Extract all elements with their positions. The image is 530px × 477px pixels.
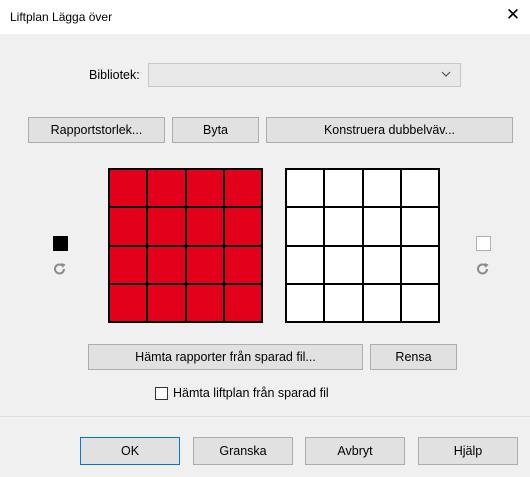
grid-cell[interactable] [400, 207, 439, 246]
grid-cell[interactable] [109, 283, 148, 322]
right-color-swatch[interactable] [476, 236, 491, 251]
grid-cell[interactable] [286, 169, 325, 208]
review-button[interactable]: Granska [193, 437, 293, 465]
grid-cell[interactable] [185, 169, 224, 208]
rotate-icon[interactable] [476, 262, 490, 276]
construct-double-weave-button[interactable]: Konstruera dubbelväv... [266, 117, 513, 143]
grid-cell[interactable] [400, 169, 439, 208]
grid-cell[interactable] [362, 207, 401, 246]
grid-cell[interactable] [147, 169, 186, 208]
grid-cell[interactable] [185, 207, 224, 246]
cancel-button[interactable]: Avbryt [305, 437, 405, 465]
help-button[interactable]: Hjälp [418, 437, 518, 465]
grid-cell[interactable] [185, 283, 224, 322]
fetch-reports-button[interactable]: Hämta rapporter från sparad fil... [88, 344, 363, 370]
grid-cell[interactable] [147, 283, 186, 322]
rotate-icon[interactable] [53, 262, 67, 276]
grid-cell[interactable] [324, 207, 363, 246]
library-dropdown[interactable] [148, 63, 461, 87]
fetch-liftplan-checkbox[interactable] [155, 387, 168, 400]
grid-cell[interactable] [109, 207, 148, 246]
chevron-down-icon [441, 71, 451, 77]
grid-cell[interactable] [109, 169, 148, 208]
grid-cell[interactable] [400, 245, 439, 284]
right-liftplan-grid[interactable] [285, 168, 440, 323]
clear-button[interactable]: Rensa [370, 344, 457, 370]
grid-cell[interactable] [362, 169, 401, 208]
grid-cell[interactable] [185, 245, 224, 284]
library-label: Bibliotek: [89, 68, 140, 82]
grid-cell[interactable] [223, 245, 262, 284]
grid-cell[interactable] [286, 207, 325, 246]
left-liftplan-grid[interactable] [108, 168, 263, 323]
grid-cell[interactable] [362, 283, 401, 322]
grid-cell[interactable] [362, 245, 401, 284]
grid-cell[interactable] [147, 245, 186, 284]
grid-cell[interactable] [223, 207, 262, 246]
report-size-button[interactable]: Rapportstorlek... [28, 117, 165, 143]
grid-cell[interactable] [223, 169, 262, 208]
left-color-swatch[interactable] [53, 236, 68, 251]
title-bar: Liftplan Lägga över ✕ [0, 0, 530, 34]
close-icon[interactable]: ✕ [502, 4, 524, 26]
grid-cell[interactable] [109, 245, 148, 284]
grid-cell[interactable] [223, 283, 262, 322]
grid-cell[interactable] [147, 207, 186, 246]
grid-cell[interactable] [286, 245, 325, 284]
ok-button[interactable]: OK [80, 437, 180, 465]
grid-cell[interactable] [286, 283, 325, 322]
grid-cell[interactable] [324, 245, 363, 284]
window-title: Liftplan Lägga över [10, 10, 113, 24]
swap-button[interactable]: Byta [172, 117, 259, 143]
fetch-liftplan-label: Hämta liftplan från sparad fil [173, 386, 329, 400]
grid-cell[interactable] [324, 169, 363, 208]
grid-cell[interactable] [324, 283, 363, 322]
grid-cell[interactable] [400, 283, 439, 322]
